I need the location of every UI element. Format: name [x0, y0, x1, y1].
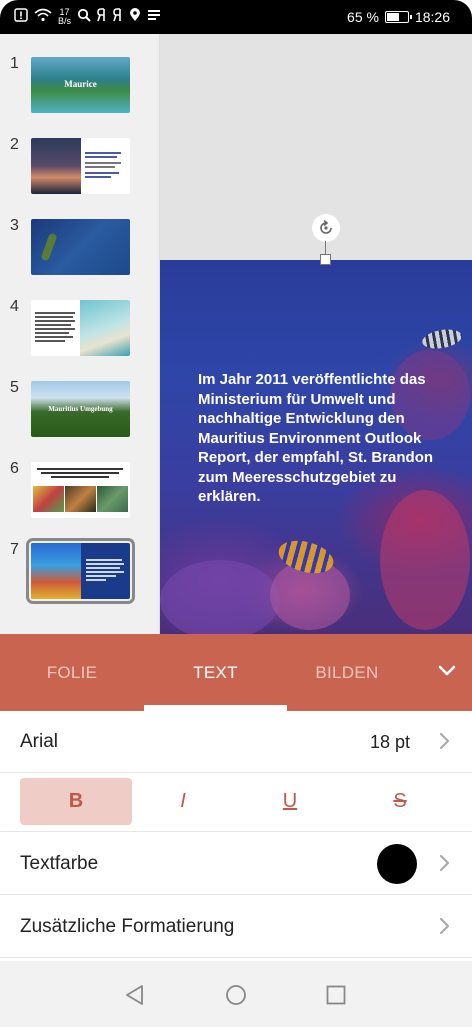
text-color-swatch[interactable]: [377, 844, 417, 884]
chevron-right-icon: [439, 732, 450, 750]
photo: [33, 486, 64, 512]
text-format-panel: Arial 18 pt B I U S Textfarbe Zusätzlich…: [0, 711, 472, 961]
slide-number: 7: [10, 541, 19, 558]
slide-image: [80, 300, 130, 356]
slide-preview[interactable]: [31, 138, 130, 194]
clock: 18:26: [414, 9, 450, 25]
slide-number: 6: [10, 460, 19, 477]
slide-preview[interactable]: [31, 219, 130, 275]
slide-preview[interactable]: Mauritius Umgebung: [31, 381, 130, 437]
wifi-icon: [34, 8, 52, 26]
tab-text[interactable]: TEXT: [144, 634, 287, 711]
recents-icon[interactable]: [324, 983, 348, 1007]
photo: [97, 486, 128, 512]
slide-number: 1: [10, 55, 19, 72]
tab-bilden[interactable]: BILDEN: [287, 634, 407, 711]
slide-image: [31, 543, 81, 599]
slide-thumbnail-7[interactable]: 7: [0, 538, 159, 621]
yandex-icon-2: [113, 8, 123, 26]
status-bar: 17 B/s 65 % 18:26: [0, 0, 472, 34]
fish-image: [420, 326, 464, 352]
slide-preview[interactable]: [31, 462, 130, 518]
slide-preview[interactable]: [31, 300, 130, 356]
slide-number: 2: [10, 136, 19, 153]
slide-number: 5: [10, 379, 19, 396]
additional-formatting-label: Zusätzliche Formatierung: [20, 916, 235, 937]
system-nav-bar: [0, 961, 472, 1027]
slide-thumbnail-5[interactable]: 5 Mauritius Umgebung: [0, 379, 159, 459]
font-row[interactable]: Arial 18 pt: [0, 711, 472, 773]
back-icon[interactable]: [123, 983, 147, 1007]
font-name: Arial: [20, 731, 59, 752]
slide-number: 3: [10, 217, 19, 234]
slide-thumbnail-3[interactable]: 3: [0, 217, 159, 297]
chevron-right-icon: [439, 917, 450, 935]
home-icon[interactable]: [224, 983, 248, 1007]
slide-title: Mauritius Umgebung: [48, 405, 113, 413]
slide-canvas[interactable]: Im Jahr 2011 veröffentlichte das Ministe…: [160, 260, 472, 634]
network-speed-unit: B/s: [58, 16, 72, 26]
menu-lines-icon: [147, 8, 161, 26]
slide-thumbnail-4[interactable]: 4: [0, 298, 159, 378]
alert-icon: [14, 8, 28, 26]
map-island: [40, 232, 58, 262]
slide-thumbnail-2[interactable]: 2: [0, 136, 159, 216]
chevron-down-icon: [438, 665, 456, 676]
bold-button[interactable]: B: [20, 778, 132, 825]
slide-preview[interactable]: Maurice: [31, 57, 130, 113]
search-icon: [77, 8, 91, 26]
resize-handle[interactable]: [320, 254, 331, 265]
ribbon-tab-bar: FOLIE TEXT BILDEN: [0, 634, 472, 711]
italic-button[interactable]: I: [127, 778, 239, 825]
additional-formatting-row[interactable]: Zusätzliche Formatierung: [0, 896, 472, 958]
tab-folie[interactable]: FOLIE: [0, 634, 144, 711]
slide-thumbnail-6[interactable]: 6: [0, 460, 159, 540]
text-style-row: B I U S: [0, 770, 472, 832]
slide-preview-selected[interactable]: [26, 538, 135, 604]
rotate-icon: [320, 219, 332, 234]
location-icon: [129, 8, 141, 26]
network-speed: 17 B/s: [58, 8, 71, 26]
chevron-right-icon: [439, 854, 450, 872]
slide-editor[interactable]: Im Jahr 2011 veröffentlichte das Ministe…: [160, 34, 472, 634]
slide-thumbnail-panel[interactable]: 1 Maurice 2 3 4 5 Mauritius Umgebung 6 7: [0, 34, 160, 634]
slide-number: 4: [10, 298, 19, 315]
text-color-label: Textfarbe: [20, 853, 99, 874]
collapse-ribbon-button[interactable]: [432, 656, 462, 686]
rotate-handle[interactable]: [312, 214, 340, 242]
underline-button[interactable]: U: [234, 778, 346, 825]
text-color-row[interactable]: Textfarbe: [0, 833, 472, 895]
slide-body-text[interactable]: Im Jahr 2011 veröffentlichte das Ministe…: [198, 370, 448, 507]
photo: [65, 486, 96, 512]
slide-title: Maurice: [64, 79, 97, 89]
yandex-icon: [97, 8, 107, 26]
slide-thumbnail-1[interactable]: 1 Maurice: [0, 55, 159, 135]
battery-icon: [384, 11, 412, 23]
font-size: 18 pt: [369, 732, 410, 752]
strikethrough-button[interactable]: S: [344, 778, 456, 825]
slide-image: [31, 138, 81, 194]
battery-percent: 65 %: [347, 9, 379, 25]
